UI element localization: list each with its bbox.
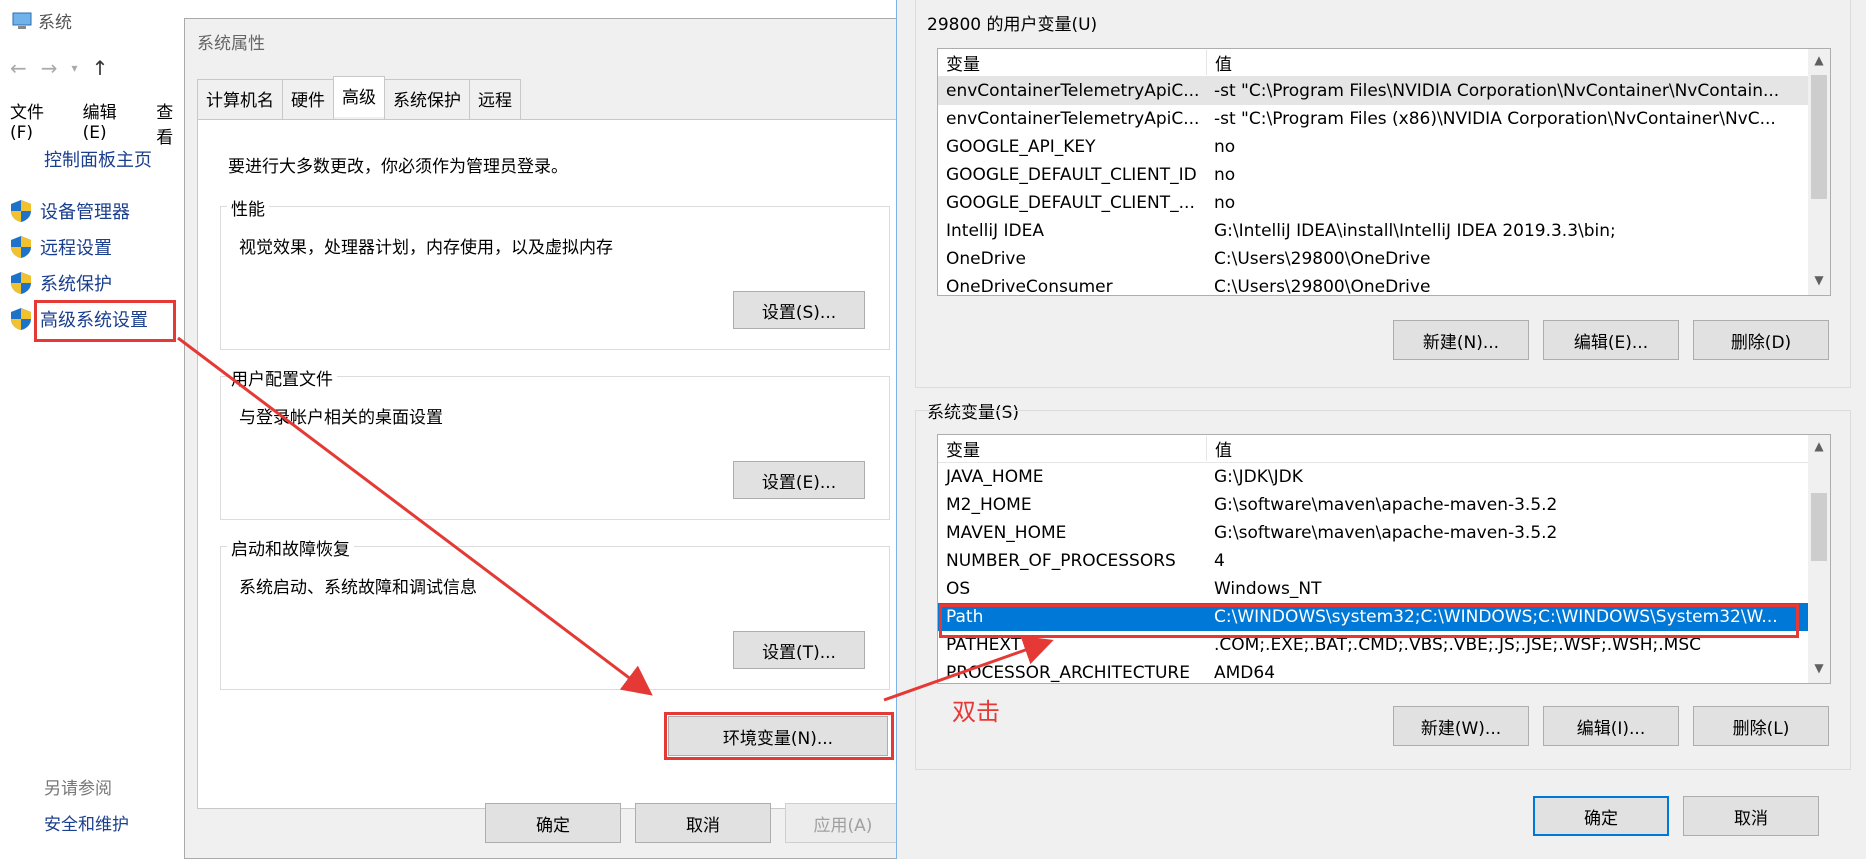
double-click-annotation: 双击 [952,698,1000,726]
arrow-to-env-button [177,336,653,696]
annotation-arrows [177,336,1054,702]
